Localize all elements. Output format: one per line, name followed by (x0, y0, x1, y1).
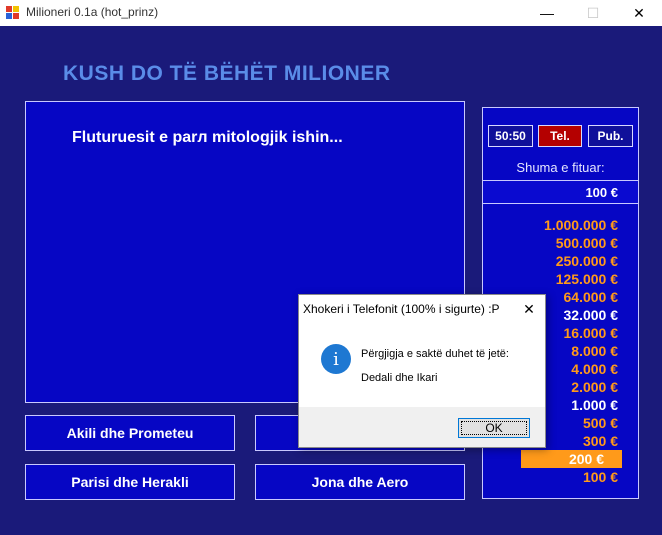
close-button[interactable]: ✕ (616, 0, 662, 26)
question-text: Fluturuesit e parл mitologjik ishin... (72, 129, 343, 146)
answer-c-button[interactable]: Parisi dhe Herakli (25, 464, 235, 500)
minimize-button[interactable]: — (524, 0, 570, 26)
lifeline-pub-button[interactable]: Pub. (588, 125, 633, 147)
ladder-rung-current: 200 € (521, 450, 622, 468)
dialog-answer: Dedali dhe Ikari (361, 372, 438, 384)
maximize-button: ☐ (586, 4, 600, 21)
dialog-title: Xhokeri i Telefonit (100% i sigurte) :P (303, 302, 500, 316)
ok-button[interactable]: OK (458, 418, 530, 438)
window-titlebar: Milioneri 0.1a (hot_prinz) — ☐ ✕ (0, 0, 662, 26)
ladder-rung: 125.000 € (555, 271, 618, 287)
winnings-box: 100 € (483, 180, 638, 204)
dialog-message: Përgjigja e saktë duhet të jetë: (361, 348, 509, 360)
ladder-rung: 250.000 € (555, 253, 618, 269)
ladder-rung: 500.000 € (555, 235, 618, 251)
dialog-titlebar: Xhokeri i Telefonit (100% i sigurte) :P … (299, 295, 545, 323)
lifeline-tel-button[interactable]: Tel. (538, 125, 582, 147)
winnings-label: Shuma e fituar: (516, 160, 605, 175)
dialog-body: i Përgjigja e saktë duhet të jetë: Dedal… (299, 323, 545, 407)
ladder-rung: 1.000.000 € (544, 217, 618, 233)
ladder-rung: 100 € (582, 469, 618, 485)
dialog-close-button[interactable]: ✕ (513, 295, 545, 323)
winnings-value: 100 € (585, 185, 618, 200)
game-title: KUSH DO TË BËHËT MILIONER (63, 62, 391, 85)
app-icon (6, 6, 20, 20)
lifeline-5050-button[interactable]: 50:50 (488, 125, 533, 147)
info-icon: i (321, 344, 351, 374)
answer-a-button[interactable]: Akili dhe Prometeu (25, 415, 235, 451)
game-area: KUSH DO TË BËHËT MILIONER Fluturuesit e … (0, 26, 662, 535)
answer-d-button[interactable]: Jona dhe Aero (255, 464, 465, 500)
phone-hint-dialog: Xhokeri i Telefonit (100% i sigurte) :P … (298, 294, 546, 448)
window-title: Milioneri 0.1a (hot_prinz) (26, 5, 159, 19)
